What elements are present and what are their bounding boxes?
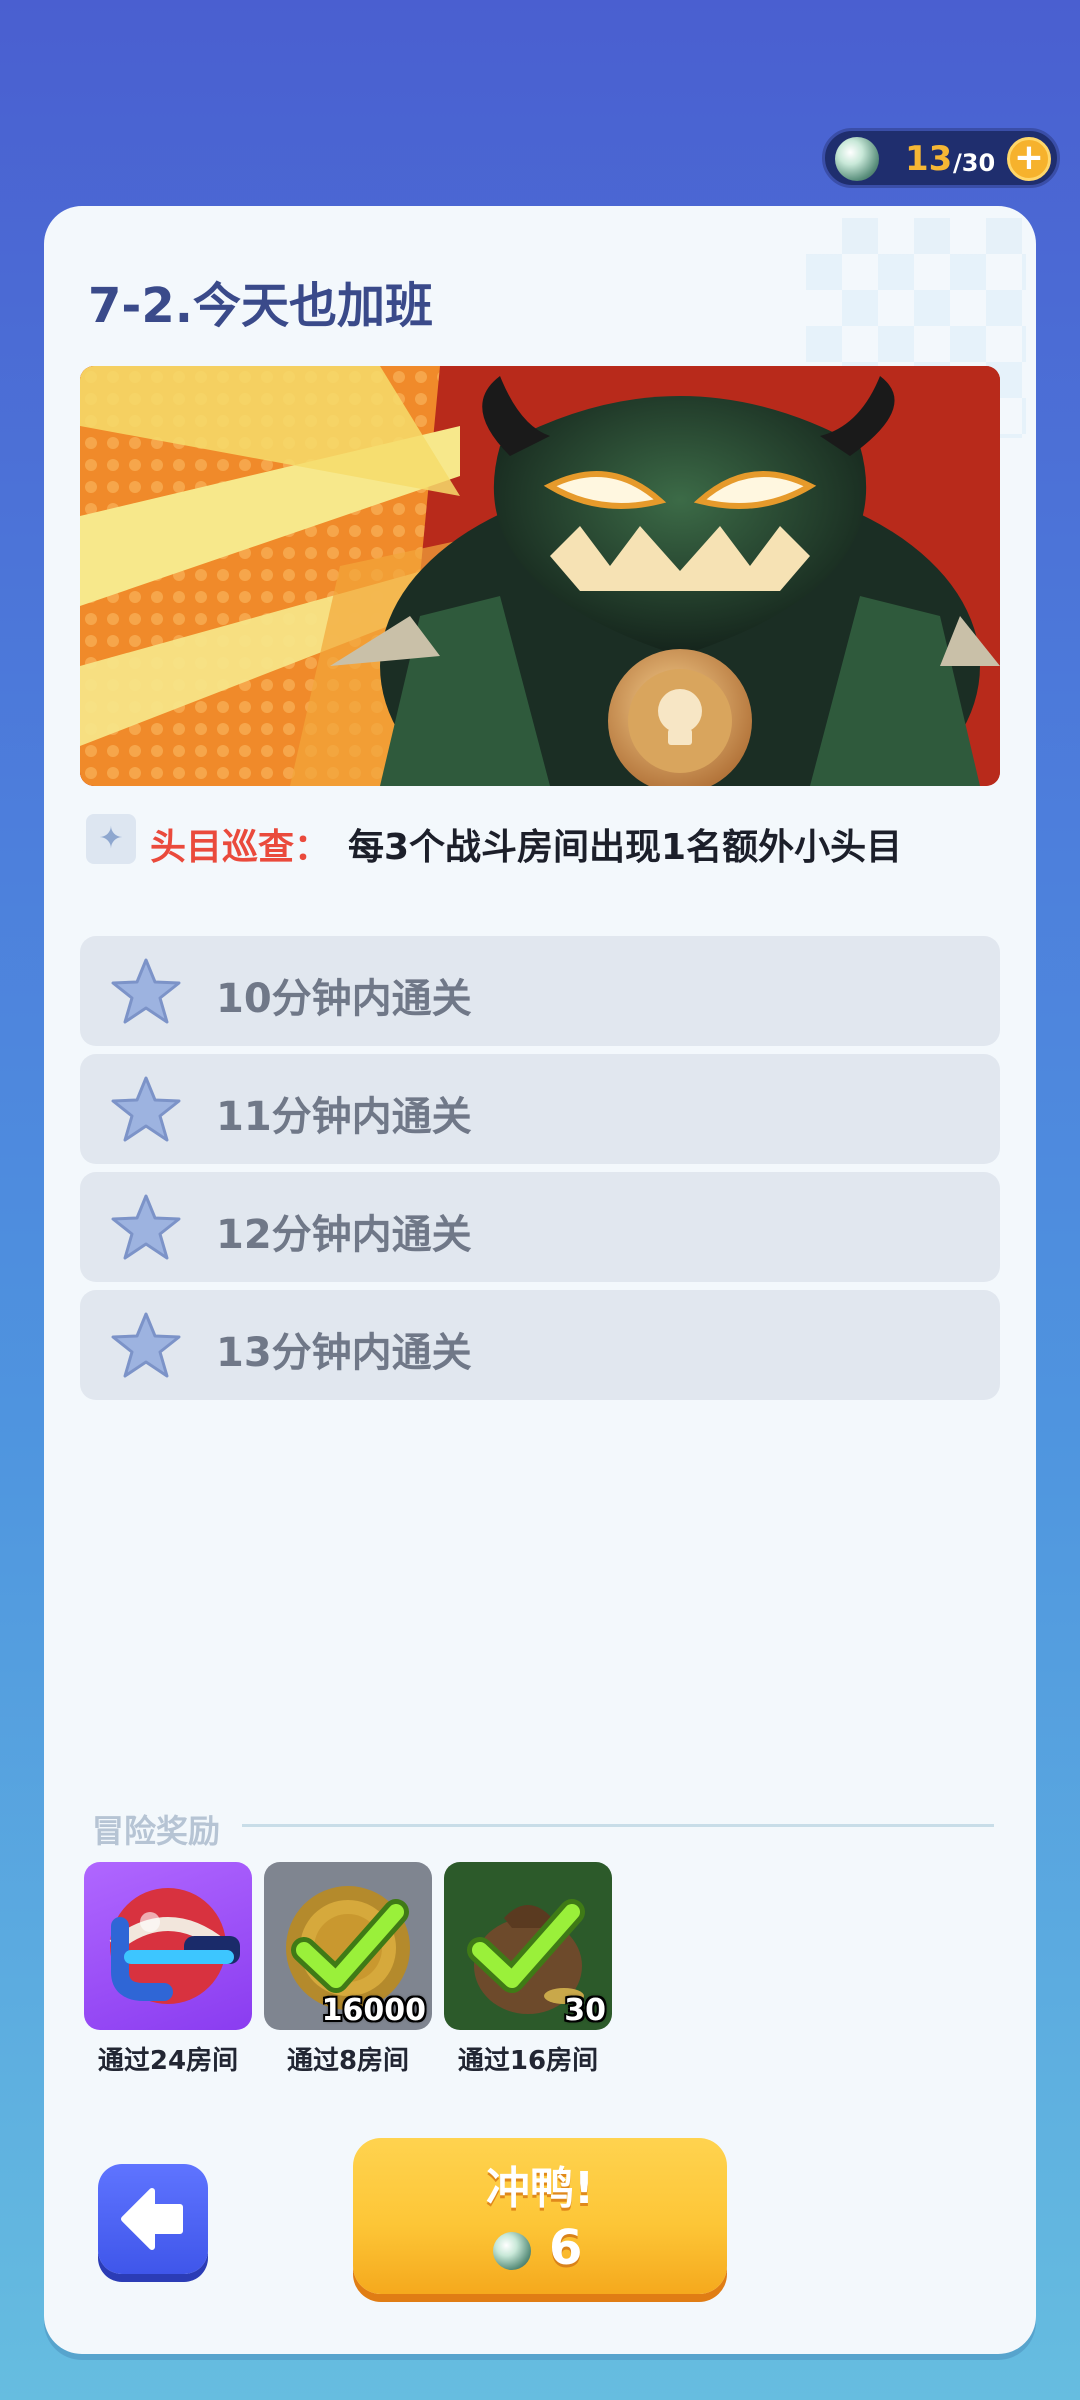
reward-label: 通过24房间 xyxy=(97,2046,239,2076)
star-icon xyxy=(111,1194,181,1260)
objective-row: 13分钟内通关 xyxy=(80,1290,1000,1400)
energy-orb-icon xyxy=(493,2232,531,2270)
reward-label: 通过8房间 xyxy=(286,2046,410,2076)
rewards-header: 冒险奖励 xyxy=(92,1812,221,1850)
reward-item[interactable] xyxy=(84,1862,252,2030)
energy-cost: 6 xyxy=(549,2220,583,2276)
energy-current: 13 xyxy=(905,139,953,179)
reward-amount: 30 xyxy=(564,1993,606,2028)
energy-max: /30 xyxy=(953,149,996,177)
start-adventure-button[interactable]: 冲鸭! 6 xyxy=(353,2138,727,2294)
level-detail-card: 7-2.今天也加班 ✦ 头目巡查： 每3个战斗房间出现1名额外小头目 10分钟内… xyxy=(44,206,1036,2354)
reward-label: 通过16房间 xyxy=(457,2046,599,2076)
back-button[interactable] xyxy=(98,2164,208,2274)
boss-illustration xyxy=(80,366,1000,786)
energy-counter[interactable]: 13 /30 + xyxy=(822,128,1060,188)
reward-amount: 16000 xyxy=(321,1993,426,2028)
arrow-left-icon xyxy=(121,2188,183,2250)
objective-label: 12分钟内通关 xyxy=(216,1212,472,1258)
sparkle-icon: ✦ xyxy=(86,814,136,864)
reward-item[interactable]: 16000 xyxy=(264,1862,432,2030)
objective-label: 11分钟内通关 xyxy=(216,1094,472,1140)
rewards-divider xyxy=(242,1824,994,1827)
energy-orb-icon xyxy=(835,137,879,181)
star-icon xyxy=(111,1076,181,1142)
objective-row: 12分钟内通关 xyxy=(80,1172,1000,1282)
add-energy-button[interactable]: + xyxy=(1007,137,1051,181)
star-icon xyxy=(111,1312,181,1378)
plus-icon: + xyxy=(1013,137,1045,178)
star-icon xyxy=(111,958,181,1024)
modifier-name: 头目巡查： xyxy=(150,827,331,868)
reward-item[interactable]: 30 xyxy=(444,1862,612,2030)
objective-label: 10分钟内通关 xyxy=(216,976,472,1022)
start-label: 冲鸭! xyxy=(485,2163,595,2214)
boss-banner-image xyxy=(80,366,1000,786)
modifier-description: 每3个战斗房间出现1名额外小头目 xyxy=(348,827,903,868)
objective-row: 11分钟内通关 xyxy=(80,1054,1000,1164)
level-title: 7-2.今天也加班 xyxy=(88,278,433,334)
objective-label: 13分钟内通关 xyxy=(216,1330,472,1376)
magnet-ball-icon xyxy=(109,1888,240,2004)
objective-row: 10分钟内通关 xyxy=(80,936,1000,1046)
